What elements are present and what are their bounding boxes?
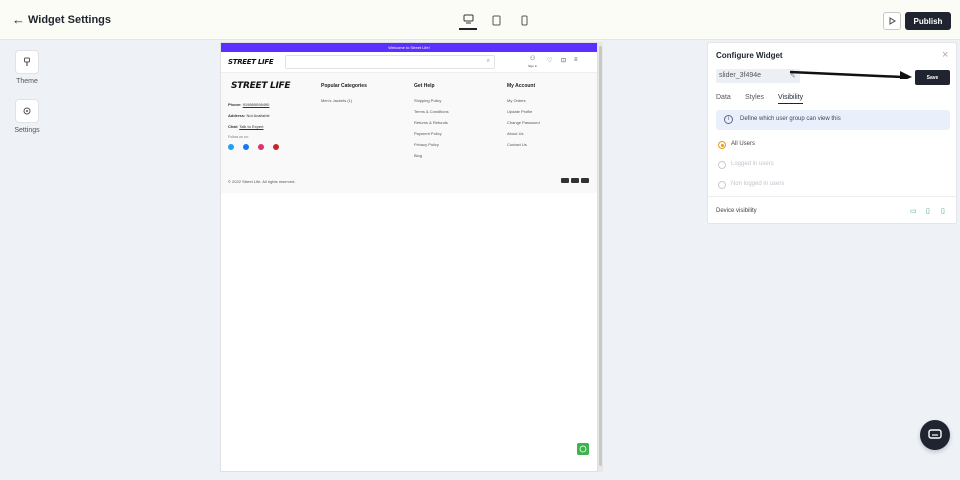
scrollbar-thumb[interactable] bbox=[599, 46, 602, 466]
tab-styles[interactable]: Styles bbox=[745, 94, 764, 101]
footer-link[interactable]: Change Password bbox=[507, 120, 540, 125]
device-visibility-label: Device visibility bbox=[716, 208, 757, 214]
footer-link[interactable]: Contact Us bbox=[507, 142, 527, 147]
annotation-arrow bbox=[789, 70, 912, 79]
gear-icon bbox=[23, 107, 31, 115]
save-button[interactable]: Save bbox=[915, 70, 950, 85]
site-header: STREET LIFE ⌕ ⚇ Sign in ♡ ⊡ ≡ bbox=[221, 52, 597, 73]
follow-label: Follow us on: bbox=[228, 135, 249, 139]
publish-button[interactable]: Publish bbox=[905, 12, 951, 30]
announcement-bar: Welcome to Street Life! bbox=[221, 43, 597, 52]
chat-support-button[interactable] bbox=[920, 420, 950, 450]
footer-link[interactable]: Privacy Policy bbox=[414, 142, 439, 147]
mobile-view-button[interactable] bbox=[515, 10, 533, 30]
desktop-view-button[interactable] bbox=[459, 10, 477, 30]
desktop-icon bbox=[463, 14, 473, 24]
footer-link[interactable]: Shipping Policy bbox=[414, 98, 441, 103]
divider bbox=[708, 196, 956, 197]
desktop-visibility-icon[interactable]: ▭ bbox=[910, 207, 917, 215]
footer-link[interactable]: Update Profile bbox=[507, 109, 532, 114]
card-icon bbox=[581, 178, 589, 183]
radio-label: All Users bbox=[731, 141, 756, 147]
menu-icon[interactable]: ≡ bbox=[574, 57, 578, 63]
facebook-icon[interactable] bbox=[243, 144, 249, 150]
pinterest-icon[interactable] bbox=[273, 144, 279, 150]
footer-link[interactable]: About Us bbox=[507, 131, 523, 136]
user-icon[interactable]: ⚇ bbox=[530, 55, 535, 62]
canvas-scrollbar[interactable] bbox=[598, 42, 603, 472]
radio-non-logged-in[interactable] bbox=[718, 181, 726, 189]
mobile-visibility-icon[interactable]: ▯ bbox=[941, 207, 945, 215]
talk-to-expert-link[interactable]: Talk to Expert bbox=[239, 124, 263, 129]
theme-label: Theme bbox=[16, 78, 38, 85]
tablet-view-button[interactable] bbox=[487, 10, 505, 30]
card-icon bbox=[571, 178, 579, 183]
paint-brush-icon bbox=[24, 57, 30, 66]
radio-label: Logged in users bbox=[731, 161, 774, 167]
site-footer: STREET LIFE Phone: 919869098490 Address:… bbox=[221, 73, 597, 193]
footer-logo: STREET LIFE bbox=[231, 81, 291, 91]
tablet-icon bbox=[492, 15, 500, 25]
configure-widget-panel: Configure Widget × slider_3f494e ✎ Save … bbox=[707, 42, 957, 224]
cart-icon[interactable]: ⊡ bbox=[561, 57, 566, 64]
tab-data[interactable]: Data bbox=[716, 94, 731, 101]
footer-chat: Chat: Talk to Expert bbox=[228, 124, 264, 129]
visibility-info-banner: i Define which user group can view this bbox=[716, 110, 950, 130]
footer-link[interactable]: Payment Policy bbox=[414, 131, 442, 136]
footer-phone: Phone: 919869098490 bbox=[228, 102, 270, 107]
preview-button[interactable] bbox=[883, 12, 901, 30]
twitter-icon[interactable] bbox=[228, 144, 234, 150]
top-bar: ← Widget Settings Publish bbox=[0, 0, 960, 40]
tab-visibility[interactable]: Visibility bbox=[778, 94, 804, 104]
phone-link[interactable]: 919869098490 bbox=[243, 102, 270, 107]
footer-link[interactable]: Terms & Conditions bbox=[414, 109, 449, 114]
page-title: Widget Settings bbox=[28, 14, 112, 26]
footer-link[interactable]: Men's Jackets (1) bbox=[321, 98, 352, 103]
footer-link[interactable]: Blog bbox=[414, 153, 422, 158]
copyright-text: © 2022 Street Life. All rights reserved. bbox=[228, 179, 296, 184]
footer-address: Address: Not Available bbox=[228, 113, 270, 118]
whatsapp-icon[interactable] bbox=[577, 443, 589, 455]
play-icon bbox=[889, 17, 896, 25]
radio-label: Non logged in users bbox=[731, 181, 785, 187]
site-logo[interactable]: STREET LIFE bbox=[228, 58, 274, 66]
sign-in-label: Sign in bbox=[528, 64, 538, 68]
settings-button[interactable] bbox=[15, 99, 39, 123]
theme-button[interactable] bbox=[15, 50, 39, 74]
back-arrow-icon[interactable]: ← bbox=[12, 12, 25, 27]
site-preview-canvas: Welcome to Street Life! STREET LIFE ⌕ ⚇ … bbox=[220, 42, 598, 472]
popular-categories-heading: Popular Categories bbox=[321, 83, 367, 89]
info-icon: i bbox=[724, 115, 733, 124]
footer-link[interactable]: My Orders bbox=[507, 98, 526, 103]
radio-all-users[interactable] bbox=[718, 141, 726, 149]
tablet-visibility-icon[interactable]: ▯ bbox=[926, 207, 930, 215]
info-text: Define which user group can view this bbox=[740, 116, 841, 122]
wishlist-icon[interactable]: ♡ bbox=[547, 57, 552, 64]
get-help-heading: Get Help bbox=[414, 83, 435, 89]
settings-label: Settings bbox=[14, 127, 40, 134]
site-search-input[interactable]: ⌕ bbox=[285, 55, 495, 69]
mobile-icon bbox=[521, 15, 527, 25]
my-account-heading: My Account bbox=[507, 83, 536, 89]
phone-icon bbox=[579, 445, 587, 453]
close-icon[interactable]: × bbox=[942, 49, 948, 61]
footer-link[interactable]: Returns & Refunds bbox=[414, 120, 448, 125]
search-icon: ⌕ bbox=[486, 58, 490, 64]
radio-logged-in[interactable] bbox=[718, 161, 726, 169]
chat-icon bbox=[928, 429, 942, 439]
panel-title: Configure Widget bbox=[716, 51, 783, 60]
instagram-icon[interactable] bbox=[258, 144, 264, 150]
card-icon bbox=[561, 178, 569, 183]
